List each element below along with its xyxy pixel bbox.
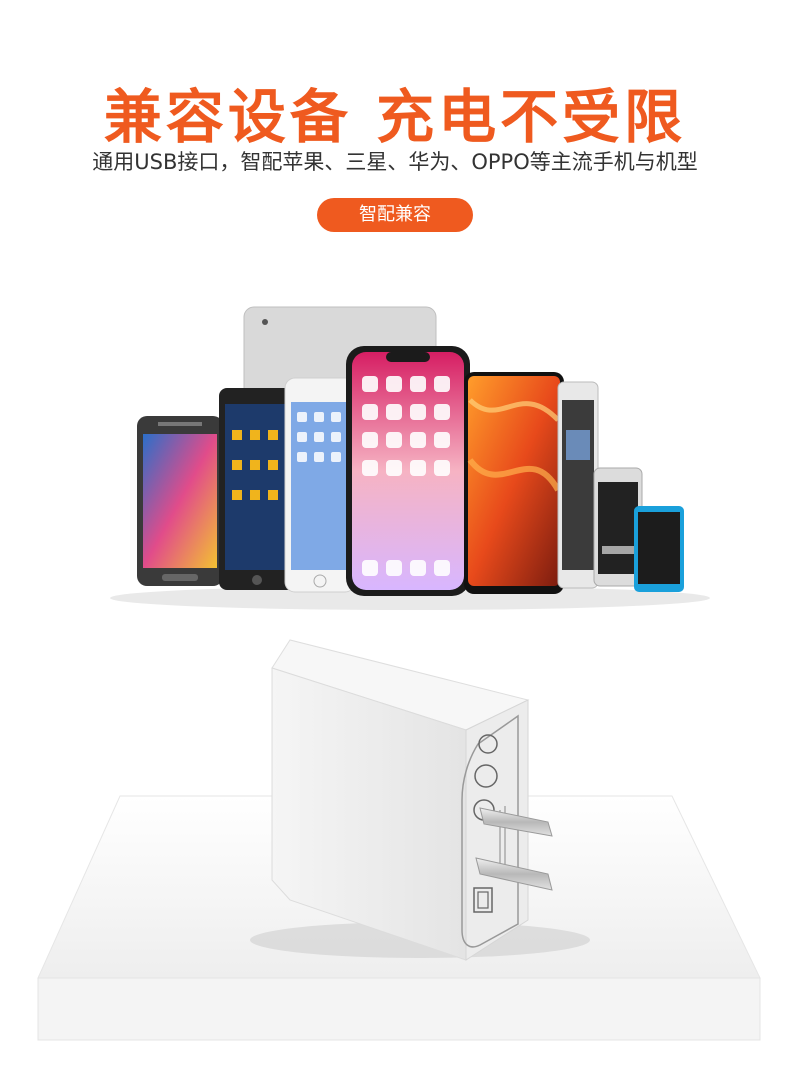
samsung-phone [137, 416, 223, 586]
iphone-x [346, 346, 470, 596]
white-phone [284, 377, 356, 593]
lumia-phone [634, 506, 684, 592]
product-scene [37, 306, 761, 1041]
mix-phone [464, 372, 564, 594]
android-phone-dark [219, 388, 295, 590]
devices-image [137, 306, 684, 596]
slim-phone [557, 381, 599, 589]
